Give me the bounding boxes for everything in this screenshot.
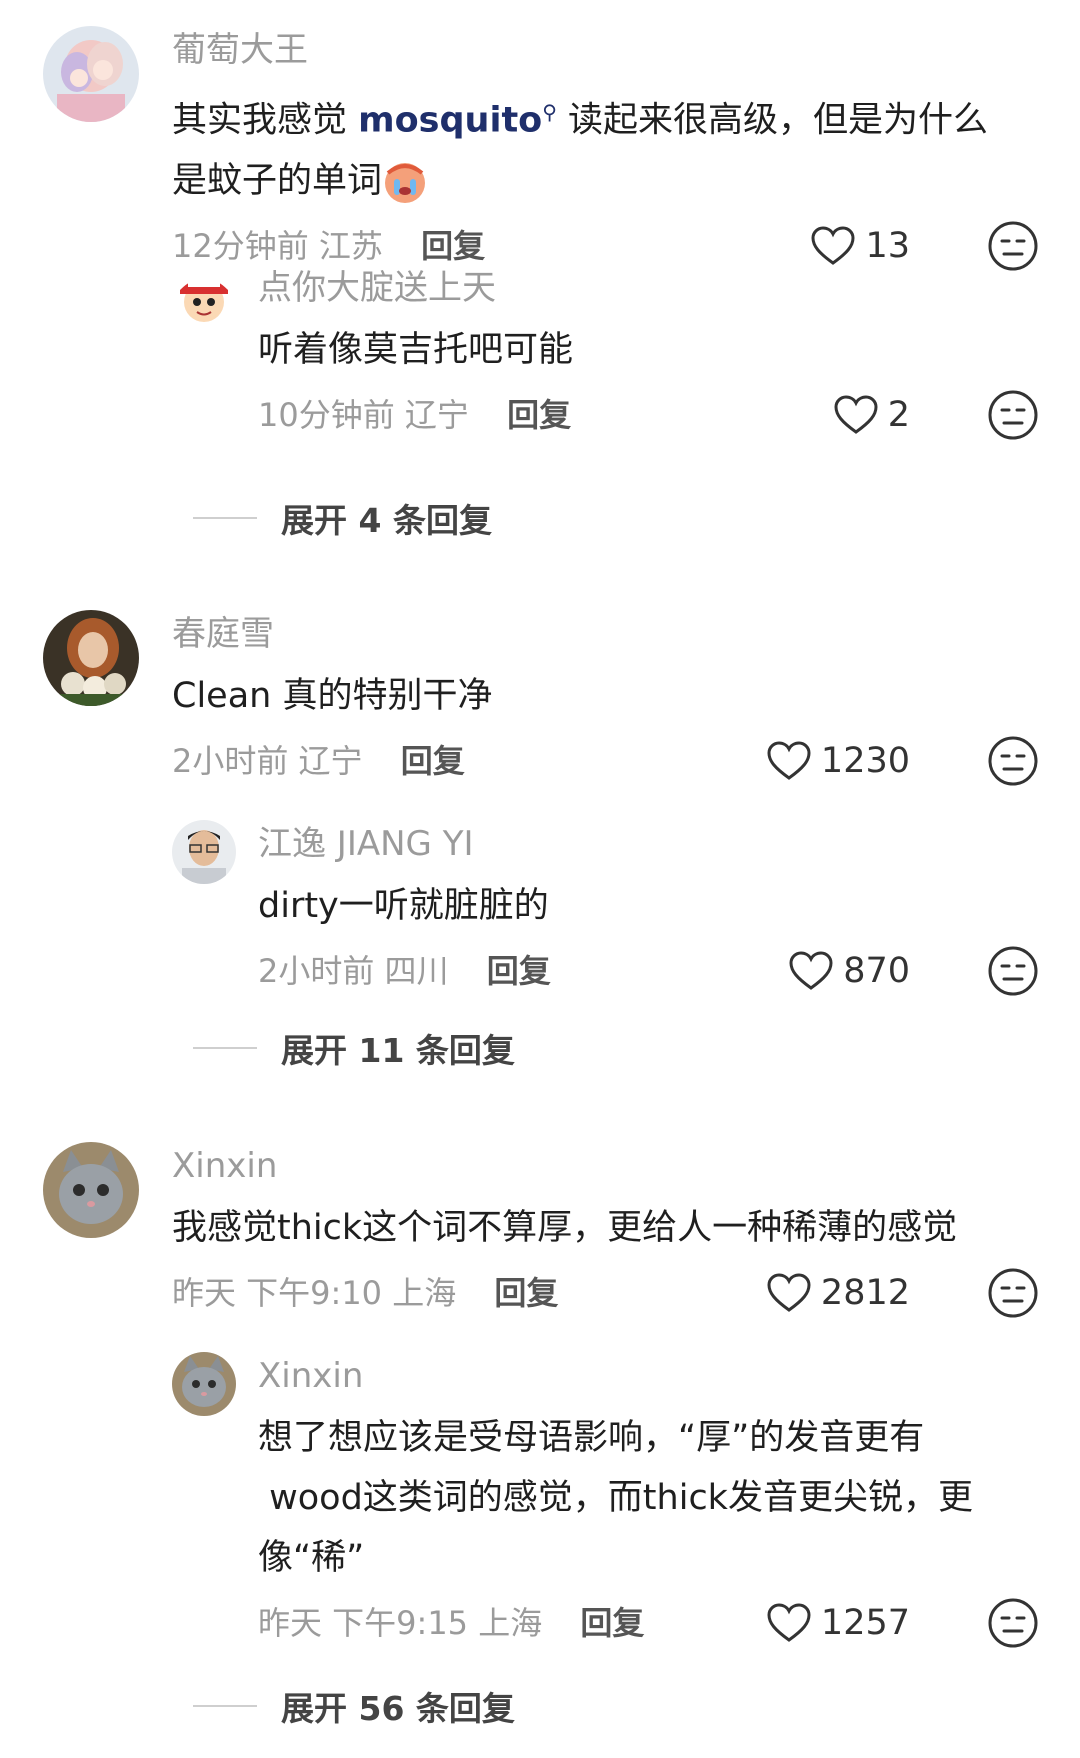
heart-icon xyxy=(767,1603,811,1642)
dislike-face-icon[interactable] xyxy=(986,1266,1040,1320)
comment-meta: 昨天 下午9:15 上海 回复 1257 xyxy=(258,1592,1040,1654)
comment-location: 四川 xyxy=(384,952,449,990)
comment-time: 昨天 下午9:10 xyxy=(172,1274,383,1312)
heart-icon xyxy=(789,951,833,990)
comment-time: 昨天 下午9:15 xyxy=(258,1604,469,1642)
comment-location: 江苏 xyxy=(318,226,383,265)
reply-button[interactable]: 回复 xyxy=(507,396,571,434)
comment-location: 上海 xyxy=(478,1604,543,1642)
heart-icon xyxy=(811,226,855,265)
comment-location: 辽宁 xyxy=(404,396,469,434)
comment-text-part: 其实我感觉 xyxy=(172,100,359,141)
man-glasses-avatar-icon xyxy=(172,820,236,884)
expand-replies-label: 展开 56 条回复 xyxy=(281,1689,515,1728)
comment-meta: 2小时前 辽宁 回复 1230 xyxy=(172,730,1040,792)
crying-emoji-icon xyxy=(385,162,426,203)
comment-meta: 2小时前 四川 回复 870 xyxy=(258,940,1040,1002)
comment-text: Clean 真的特别干净 xyxy=(172,676,493,716)
comment-author[interactable]: 江逸 JIANG YI xyxy=(258,820,1040,868)
reply-button[interactable]: 回复 xyxy=(401,742,465,780)
comment-meta: 昨天 下午9:10 上海 回复 2812 xyxy=(172,1262,1040,1324)
search-keyword-link[interactable]: mosquito xyxy=(358,101,542,141)
comment-time: 12分钟前 xyxy=(172,226,309,265)
avatar[interactable] xyxy=(172,1352,236,1416)
grey-kitten-avatar-icon xyxy=(172,1352,236,1416)
like-button[interactable]: 1230 xyxy=(767,730,910,792)
comment-author[interactable]: 点你大腚送上天 xyxy=(258,264,1040,312)
like-count: 870 xyxy=(843,951,910,991)
anime-couple-avatar-icon xyxy=(43,26,139,122)
divider xyxy=(193,1705,257,1707)
reply-button[interactable]: 回复 xyxy=(421,227,485,265)
reply-button[interactable]: 回复 xyxy=(487,952,551,990)
like-button[interactable]: 2812 xyxy=(767,1262,910,1324)
woman-flowers-avatar-icon xyxy=(43,610,139,706)
heart-icon xyxy=(834,395,878,434)
comment-author[interactable]: 春庭雪 xyxy=(172,610,1040,658)
comment-text: 我感觉thick这个词不算厚，更给人一种稀薄的感觉 xyxy=(172,1208,958,1248)
comment-location: 辽宁 xyxy=(298,742,363,780)
expand-replies-button[interactable]: 展开 56 条回复 xyxy=(193,1682,515,1730)
reply-button[interactable]: 回复 xyxy=(580,1604,644,1642)
expand-replies-label: 展开 11 条回复 xyxy=(281,1031,515,1070)
comment-location: 上海 xyxy=(392,1274,457,1312)
like-count: 2 xyxy=(887,395,910,435)
comment-time: 2小时前 xyxy=(258,952,375,990)
like-button[interactable]: 870 xyxy=(789,940,910,1002)
like-count: 1257 xyxy=(820,1603,910,1643)
expand-replies-button[interactable]: 展开 11 条回复 xyxy=(193,1024,515,1072)
heart-icon xyxy=(767,1273,811,1312)
divider xyxy=(193,517,257,519)
comment-text-part: 是蚊子的单词 xyxy=(172,160,383,201)
like-button[interactable]: 2 xyxy=(834,384,910,446)
avatar[interactable] xyxy=(43,610,139,706)
heart-icon xyxy=(767,741,811,780)
like-count: 2812 xyxy=(820,1273,910,1313)
reply-button[interactable]: 回复 xyxy=(494,1274,558,1312)
comment-text-part: 读起来很高级，但是为什么 xyxy=(556,100,989,141)
avatar[interactable] xyxy=(172,264,236,328)
dislike-face-icon[interactable] xyxy=(986,1596,1040,1650)
avatar[interactable] xyxy=(43,1142,139,1238)
comment-author[interactable]: 葡萄大王 xyxy=(172,26,1040,74)
avatar[interactable] xyxy=(43,26,139,122)
dislike-face-icon[interactable] xyxy=(986,388,1040,442)
comment-text: 想了想应该是受母语影响，“厚”的发音更有 wood这类词的感觉，而thick发音… xyxy=(258,1418,973,1578)
expand-replies-label: 展开 4 条回复 xyxy=(281,501,492,540)
comment-time: 10分钟前 xyxy=(258,396,395,434)
comment-text: 听着像莫吉托吧可能 xyxy=(258,330,574,370)
grey-kitten-avatar-icon xyxy=(43,1142,139,1238)
dislike-face-icon[interactable] xyxy=(986,734,1040,788)
comment-time: 2小时前 xyxy=(172,742,289,780)
search-icon: ⚲ xyxy=(542,100,557,124)
cartoon-boy-cap-avatar-icon xyxy=(172,264,236,328)
like-button[interactable]: 1257 xyxy=(767,1592,910,1654)
like-count: 1230 xyxy=(820,741,910,781)
dislike-face-icon[interactable] xyxy=(986,944,1040,998)
divider xyxy=(193,1047,257,1049)
comment-author[interactable]: Xinxin xyxy=(258,1352,1040,1400)
avatar[interactable] xyxy=(172,820,236,884)
comment-text: 其实我感觉 mosquito⚲ 读起来很高级，但是为什么 是蚊子的单词 xyxy=(172,82,1040,211)
comment-author[interactable]: Xinxin xyxy=(172,1142,1040,1190)
comment-text: dirty一听就脏脏的 xyxy=(258,886,549,926)
comment-meta: 10分钟前 辽宁 回复 2 xyxy=(258,384,1040,446)
expand-replies-button[interactable]: 展开 4 条回复 xyxy=(193,494,492,542)
